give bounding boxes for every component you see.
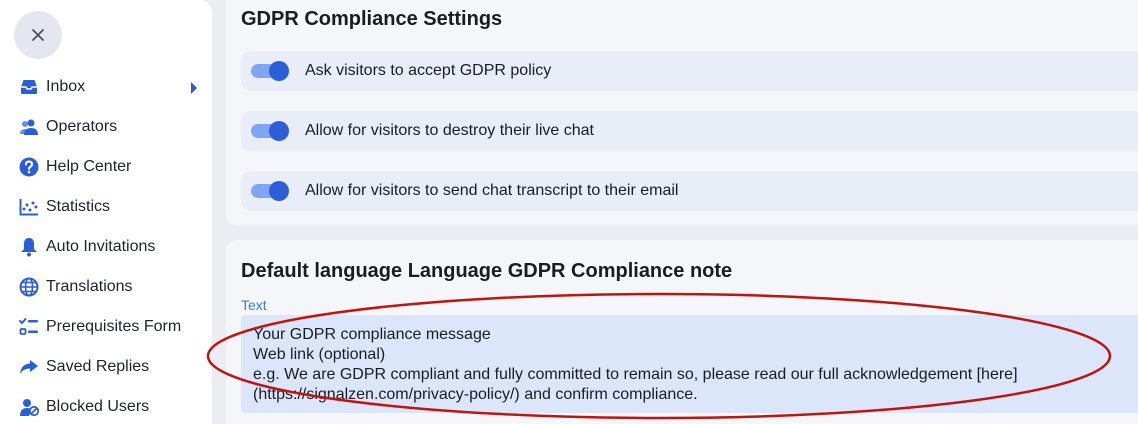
help-icon bbox=[18, 156, 40, 178]
bell-icon bbox=[18, 236, 40, 258]
sidebar-item-label: Inbox bbox=[46, 78, 86, 95]
sidebar-item-operators[interactable]: Operators bbox=[0, 107, 212, 147]
reply-icon bbox=[18, 356, 40, 378]
operators-icon bbox=[18, 116, 40, 138]
inbox-icon bbox=[18, 76, 40, 98]
toggle-label: Allow for visitors to destroy their live… bbox=[305, 122, 594, 139]
checklist-icon bbox=[18, 316, 40, 338]
statistics-icon bbox=[18, 196, 40, 218]
sidebar-item-label: Statistics bbox=[46, 198, 111, 215]
sidebar-item-translations[interactable]: Translations bbox=[0, 267, 212, 307]
toggle-row-accept-policy[interactable]: Ask visitors to accept GDPR policy bbox=[241, 51, 1138, 91]
sidebar-item-prerequisites-form[interactable]: Prerequisites Form bbox=[0, 307, 212, 347]
gdpr-note-title: Default language Language GDPR Complianc… bbox=[241, 260, 733, 282]
text-field-label: Text bbox=[241, 297, 267, 313]
sidebar-item-label: Help Center bbox=[46, 158, 132, 175]
toggle-label: Ask visitors to accept GDPR policy bbox=[305, 62, 552, 79]
main-content: GDPR Compliance Settings Ask visitors to… bbox=[226, 0, 1138, 424]
sidebar-item-auto-invitations[interactable]: Auto Invitations bbox=[0, 227, 212, 267]
blocked-user-icon bbox=[18, 396, 40, 418]
sidebar-item-help-center[interactable]: Help Center bbox=[0, 147, 212, 187]
textarea-line: Your GDPR compliance message bbox=[253, 326, 491, 343]
toggle-knob bbox=[269, 61, 289, 81]
sidebar-item-label: Blocked Users bbox=[46, 398, 150, 415]
textarea-line: Web link (optional) bbox=[253, 346, 386, 363]
toggle-row-send-transcript[interactable]: Allow for visitors to send chat transcri… bbox=[241, 171, 1138, 211]
gdpr-note-textarea[interactable]: Your GDPR compliance message Web link (op… bbox=[241, 315, 1138, 413]
toggle-label: Allow for visitors to send chat transcri… bbox=[305, 182, 679, 199]
chevron-right-icon bbox=[191, 82, 197, 94]
toggle-knob bbox=[269, 121, 289, 141]
sidebar-item-label: Translations bbox=[46, 278, 133, 295]
sidebar-item-blocked-users[interactable]: Blocked Users bbox=[0, 387, 212, 424]
sidebar-item-label: Prerequisites Form bbox=[46, 318, 182, 335]
sidebar-item-statistics[interactable]: Statistics bbox=[0, 187, 212, 227]
close-button[interactable] bbox=[14, 11, 62, 59]
gdpr-note-card: Default language Language GDPR Complianc… bbox=[226, 240, 1138, 424]
sidebar-item-saved-replies[interactable]: Saved Replies bbox=[0, 347, 212, 387]
accept-policy-toggle[interactable] bbox=[251, 61, 289, 81]
gdpr-settings-card: GDPR Compliance Settings Ask visitors to… bbox=[226, 0, 1138, 225]
globe-icon bbox=[18, 276, 40, 298]
sidebar-nav: Inbox Operators Help Center Statistics A… bbox=[0, 67, 212, 424]
textarea-line: e.g. We are GDPR compliant and fully com… bbox=[253, 366, 1018, 383]
sidebar-item-inbox[interactable]: Inbox bbox=[0, 67, 212, 107]
close-icon bbox=[32, 29, 44, 41]
sidebar-item-label: Auto Invitations bbox=[46, 238, 156, 255]
sidebar-item-label: Saved Replies bbox=[46, 358, 150, 375]
textarea-line: (https://signalzen.com/privacy-policy/) … bbox=[253, 386, 698, 403]
send-transcript-toggle[interactable] bbox=[251, 181, 289, 201]
sidebar: Inbox Operators Help Center Statistics A… bbox=[0, 0, 212, 424]
sidebar-item-label: Operators bbox=[46, 118, 118, 135]
destroy-chat-toggle[interactable] bbox=[251, 121, 289, 141]
toggle-knob bbox=[269, 181, 289, 201]
toggle-row-destroy-chat[interactable]: Allow for visitors to destroy their live… bbox=[241, 111, 1138, 151]
gdpr-settings-title: GDPR Compliance Settings bbox=[241, 8, 503, 30]
